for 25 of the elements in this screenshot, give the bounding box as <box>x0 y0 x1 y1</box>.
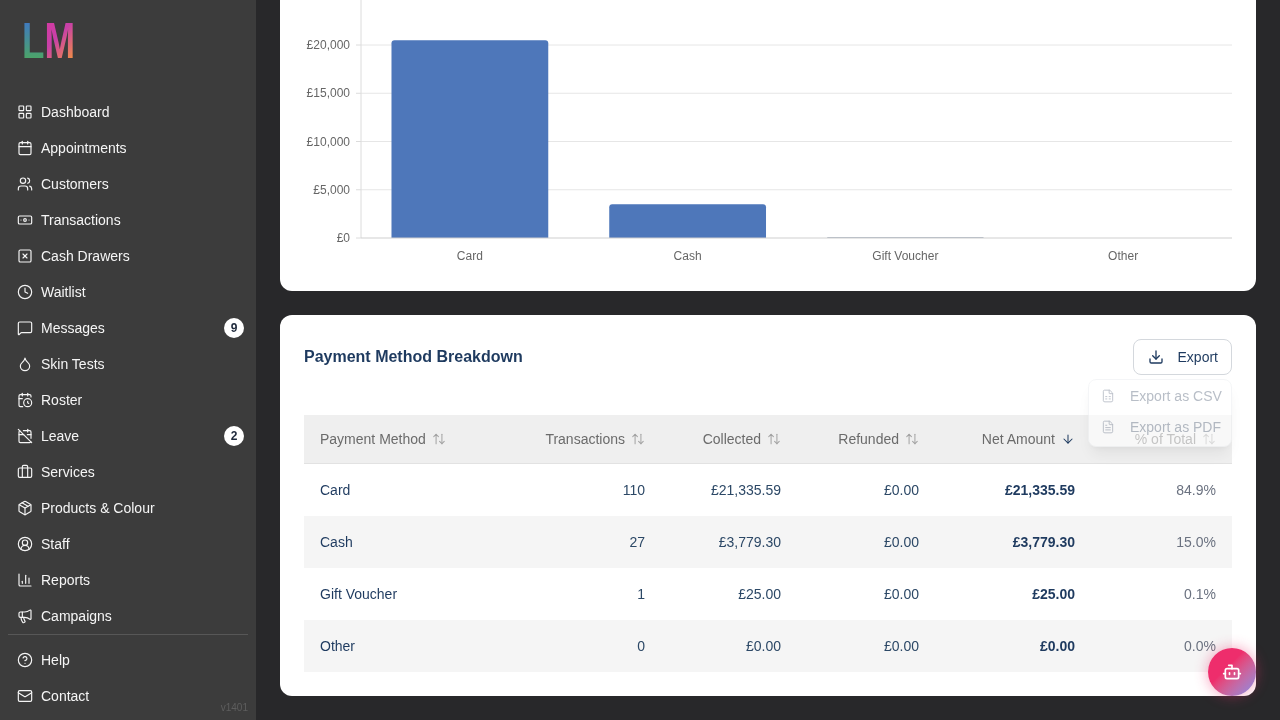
table-cell: £3,779.30 <box>661 516 797 568</box>
axis-label: Card <box>456 249 483 263</box>
axis-label: Gift Voucher <box>872 249 939 263</box>
tick-label: £15,000 <box>306 86 350 101</box>
table-cell: £0.00 <box>661 620 797 672</box>
table-cell: 27 <box>500 516 661 568</box>
table-cell: £0.00 <box>935 620 1091 672</box>
table-cell: £0.00 <box>797 516 935 568</box>
table-cell: Cash <box>304 516 500 568</box>
table-cell: 15.0% <box>1091 516 1232 568</box>
axis-label: Other <box>1108 249 1139 263</box>
table-cell: 0.0% <box>1091 620 1232 672</box>
axis-label: Cash <box>673 249 702 263</box>
logo: LM <box>22 22 75 58</box>
count-badge: 2 <box>224 426 244 446</box>
tick-label: £0 <box>336 231 350 245</box>
table-cell: £0.00 <box>797 620 935 672</box>
table-cell: Other <box>304 620 500 672</box>
count-badge: 9 <box>224 318 244 338</box>
table-cell: £3,779.30 <box>935 516 1091 568</box>
tick-label: £5,000 <box>313 182 350 197</box>
tick-label: £10,000 <box>306 134 350 149</box>
table-cell: 0 <box>500 620 661 672</box>
tick-label: £20,000 <box>306 38 350 52</box>
section-title: Payment Method Breakdown <box>304 347 523 367</box>
